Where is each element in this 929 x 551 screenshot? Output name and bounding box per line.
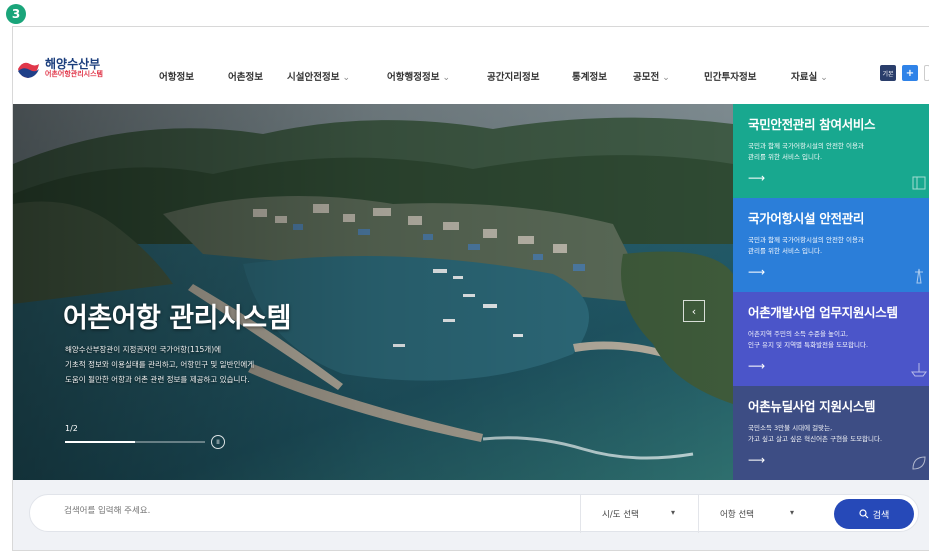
search-box: 시/도 선택 ▾ 어항 선택 ▾ 검색 — [29, 494, 919, 533]
nav-item-label: 통계정보 — [572, 72, 607, 83]
arrow-right-icon[interactable]: ⟶ — [748, 171, 920, 185]
search-section: 시/도 선택 ▾ 어항 선택 ▾ 검색 — [13, 480, 929, 550]
panel-title: 국가어항시설 안전관리 — [748, 211, 865, 226]
chevron-down-icon: ▾ — [671, 508, 676, 517]
browser-frame: 해양수산부 어촌어항관리시스템 어항정보 어촌정보 시설안전정보 ⌄ 어항행정정보 ⌄ 공간… — [12, 26, 929, 551]
nav-item-label: 민간투자정보 — [704, 72, 757, 83]
logo-title: 해양수산부 — [45, 56, 101, 71]
nav-item[interactable]: 공간지리정보 — [487, 69, 539, 83]
service-panel[interactable]: 국가어항시설 안전관리국민과 함께 국가어항시설의 안전한 이용과관리를 위한 … — [733, 198, 929, 292]
nav-item[interactable]: 시설안전정보 ⌄ — [287, 69, 350, 83]
service-panel[interactable]: 국민안전관리 참여서비스국민과 함께 국가어항시설의 안전한 이용과관리를 위한… — [733, 104, 929, 198]
panel-title: 국민안전관리 참여서비스 — [748, 117, 876, 132]
slide-progress-fill — [65, 441, 135, 443]
search-icon — [859, 509, 869, 519]
boat-icon — [911, 363, 927, 377]
nav-item-label: 공모전 — [633, 72, 660, 83]
divider — [580, 495, 581, 533]
pause-button[interactable]: II — [211, 435, 225, 449]
panel-desc-line: 가고 싶고 살고 싶은 혁신어촌 구현을 도모합니다. — [748, 435, 883, 443]
panel-title: 어촌개발사업 업무지원시스템 — [748, 305, 898, 320]
hero-title: 어촌어항 관리시스템 — [63, 303, 291, 334]
search-button[interactable]: 검색 — [834, 499, 914, 529]
divider — [698, 495, 699, 533]
search-button-label: 검색 — [872, 510, 890, 521]
nav-item-label: 자료실 — [791, 72, 818, 83]
nav-item-label: 시설안전정보 — [287, 72, 340, 83]
panel-description: 어촌지역 주민의 소득 수준을 높이고, 인구 유지 및 지역별 특화발전을 도모… — [748, 329, 920, 351]
header-buttons: 기본 + — [880, 65, 929, 81]
site-header: 해양수산부 어촌어항관리시스템 어항정보 어촌정보 시설안전정보 ⌄ 어항행정정보 ⌄ 공간… — [13, 27, 929, 104]
panel-description: 국민과 함께 국가어항시설의 안전한 이용과관리를 위한 서비스 입니다. — [748, 235, 920, 257]
chevron-down-icon: ▾ — [790, 508, 795, 517]
lighthouse-icon — [915, 268, 923, 284]
service-panel[interactable]: 어촌뉴딜사업 지원시스템국민소득 3만불 시대에 걸맞는, 가고 싶고 살고 싶은… — [733, 386, 929, 480]
font-size-basic-button[interactable]: 기본 — [880, 65, 896, 81]
nav-item[interactable]: 어항정보 — [159, 69, 194, 83]
nav-item[interactable]: 어항행정정보 ⌄ — [387, 69, 450, 83]
nav-item-label: 공간지리정보 — [487, 72, 540, 83]
nav-item-label: 어촌정보 — [228, 72, 263, 83]
arrow-right-icon[interactable]: ⟶ — [748, 453, 920, 467]
site-logo[interactable]: 해양수산부 어촌어항관리시스템 — [15, 55, 103, 81]
hero-desc-line: 해양수산부장관이 지정권자인 국가어항(115개)에 — [65, 345, 222, 354]
hero-desc-line: 기초적 정보와 이용실태를 관리하고, 어항민구 및 일반인에게 — [65, 360, 255, 369]
hero-desc-line: 도움이 될만한 어항과 어촌 관련 정보를 제공하고 있습니다. — [65, 375, 250, 384]
building-icon — [912, 176, 926, 190]
chevron-down-icon: ⌄ — [442, 73, 450, 83]
panel-desc-line: 국민과 함께 국가어항시설의 안전한 이용과 — [748, 142, 864, 150]
panel-description: 국민과 함께 국가어항시설의 안전한 이용과관리를 위한 서비스 입니다. — [748, 141, 920, 163]
panel-desc-line: 관리를 위한 서비스 입니다. — [748, 247, 823, 255]
service-panels: 국민안전관리 참여서비스 국민과 함께 국가어항시설의 안전한 이용과 관리를 위한… — [733, 104, 929, 480]
hero-description: 해양수산부장관이 지정권자인 국가어항(115개)에 기초적 정보와 이용실태를… — [65, 342, 345, 387]
nav-item-label: 어항정보 — [159, 72, 194, 83]
arrow-right-icon[interactable]: ⟶ — [748, 359, 920, 373]
panel-desc-line: 관리를 위한 서비스 입니다. — [748, 153, 823, 161]
chevron-down-icon: ⌄ — [662, 73, 670, 83]
panel-desc-line: 인구 유지 및 지역별 특화발전을 도모합니다. — [748, 341, 869, 349]
search-input[interactable] — [64, 506, 464, 516]
slide-progress-bar — [65, 441, 205, 443]
chevron-down-icon: ⌄ — [342, 73, 350, 83]
ministry-logo-icon — [17, 57, 39, 79]
font-size-plus-button[interactable]: + — [902, 65, 918, 81]
nav-item[interactable]: 민간투자정보 — [704, 69, 756, 83]
panel-desc-line: 어촌지역 주민의 소득 수준을 높이고, — [748, 330, 849, 338]
slide-counter: 1/2 — [65, 424, 78, 433]
leaf-icon — [912, 456, 926, 470]
panel-desc-line: 국민과 함께 국가어항시설의 안전한 이용과 — [748, 236, 864, 244]
font-size-minus-button[interactable] — [924, 65, 929, 81]
nav-item[interactable]: 공모전 ⌄ — [633, 69, 670, 83]
slide-prev-button[interactable]: ‹ — [683, 300, 705, 322]
nav-item[interactable]: 자료실 ⌄ — [791, 69, 828, 83]
logo-subtitle: 어촌어항관리시스템 — [45, 69, 103, 78]
hero-banner: 어촌어항 관리시스템 해양수산부장관이 지정권자인 국가어항(115개)에 기초… — [13, 104, 733, 480]
sido-select[interactable]: 시/도 선택 — [602, 508, 639, 520]
panel-desc-line: 국민소득 3만불 시대에 걸맞는, — [748, 424, 833, 432]
panel-description: 국민소득 3만불 시대에 걸맞는, 가고 싶고 살고 싶은 혁신어촌 구현을 도모… — [748, 423, 920, 445]
nav-item-label: 어항행정정보 — [387, 72, 440, 83]
chevron-down-icon: ⌄ — [820, 73, 828, 83]
nav-item[interactable]: 통계정보 — [572, 69, 607, 83]
port-select[interactable]: 어항 선택 — [720, 508, 754, 520]
arrow-right-icon[interactable]: ⟶ — [748, 265, 920, 279]
nav-item[interactable]: 어촌정보 — [228, 69, 263, 83]
harbor-aerial-image — [13, 104, 733, 480]
panel-title: 어촌뉴딜사업 지원시스템 — [748, 399, 876, 414]
service-panel[interactable]: 어촌개발사업 업무지원시스템어촌지역 주민의 소득 수준을 높이고, 인구 유지 … — [733, 292, 929, 386]
step-badge: 3 — [6, 4, 26, 24]
